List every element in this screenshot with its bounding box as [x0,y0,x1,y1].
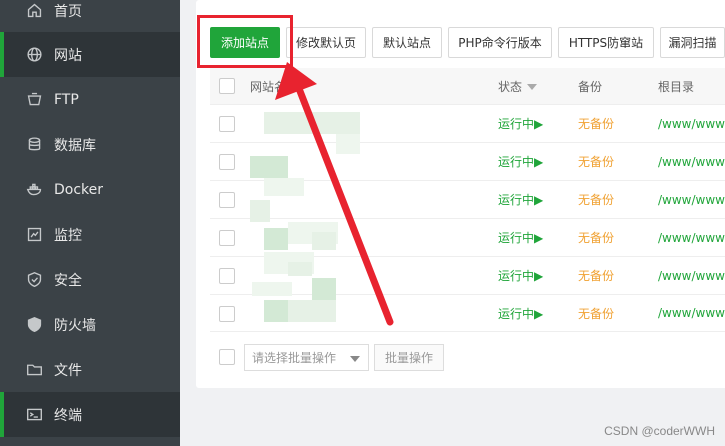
backup-link[interactable]: 无备份 [578,143,614,180]
home-icon [25,2,43,20]
status-badge[interactable]: 运行中▶ [498,181,543,218]
vuln-scan-button[interactable]: 漏洞扫描 [660,27,725,58]
sidebar-item-label: 安全 [54,272,82,289]
https-anti-hijack-button[interactable]: HTTPS防窜站 [558,27,654,58]
sidebar-item-ftp[interactable]: FTP [0,77,180,122]
sidebar-item-label: 防火墙 [54,317,96,334]
edit-default-page-button[interactable]: 修改默认页 [286,27,366,58]
row-checkbox[interactable] [219,154,235,170]
sidebar-item-label: 网站 [54,47,82,64]
row-checkbox[interactable] [219,268,235,284]
sidebar-item-security[interactable]: 安全 [0,257,180,302]
sidebar-item-files[interactable]: 文件 [0,347,180,392]
folder-icon [25,361,43,379]
root-path-link[interactable]: /www/wwwr [658,105,725,142]
sidebar-item-label: 首页 [54,3,82,20]
watermark: CSDN @coderWWH [604,424,715,438]
chevron-down-icon [350,356,360,362]
firewall-shield-icon [25,316,43,334]
status-badge[interactable]: 运行中▶ [498,219,543,256]
status-badge[interactable]: 运行中▶ [498,143,543,180]
backup-link[interactable]: 无备份 [578,219,614,256]
row-checkbox[interactable] [219,230,235,246]
highlight-box [197,15,293,68]
sidebar-item-label: FTP [54,91,79,108]
batch-operation-button[interactable]: 批量操作 [374,344,444,371]
sidebar-item-database[interactable]: 数据库 [0,122,180,167]
shield-check-icon [25,271,43,289]
batch-operation-select[interactable]: 请选择批量操作 [244,344,369,371]
row-checkbox[interactable] [219,192,235,208]
php-cli-version-button[interactable]: PHP命令行版本 [448,27,552,58]
globe-icon [25,46,43,64]
header-backup: 备份 [578,79,603,94]
backup-link[interactable]: 无备份 [578,295,614,331]
status-badge[interactable]: 运行中▶ [498,295,543,331]
sidebar-item-docker[interactable]: Docker [0,167,180,212]
sidebar-item-home[interactable]: 首页 [0,0,180,33]
sidebar-item-label: 终端 [54,407,82,424]
monitor-icon [25,226,43,244]
row-checkbox[interactable] [219,116,235,132]
sidebar-item-label: 监控 [54,227,82,244]
default-site-button[interactable]: 默认站点 [372,27,442,58]
row-checkbox[interactable] [219,306,235,322]
select-all-checkbox[interactable] [219,78,235,94]
backup-link[interactable]: 无备份 [578,257,614,294]
sidebar-item-firewall[interactable]: 防火墙 [0,302,180,347]
backup-link[interactable]: 无备份 [578,105,614,142]
sidebar-item-label: Docker [54,181,104,198]
sidebar-item-website[interactable]: 网站 [0,32,180,77]
root-path-link[interactable]: /www/wwwr [658,181,725,218]
root-path-link[interactable]: /www/wwwr [658,295,725,331]
root-path-link[interactable]: /www/wwwr [658,219,725,256]
sidebar: 首页 网站 FTP 数据库 Docker 监控 安全 防火墙 文件 终端 [0,0,180,446]
sidebar-item-monitor[interactable]: 监控 [0,212,180,257]
backup-link[interactable]: 无备份 [578,181,614,218]
header-root: 根目录 [658,79,695,94]
header-status[interactable]: 状态 [498,68,538,104]
sidebar-item-label: 数据库 [54,137,96,154]
table-header: 网站名 状态 备份 根目录 [210,68,725,104]
batch-select-placeholder: 请选择批量操作 [252,351,337,365]
header-site-name[interactable]: 网站名 [250,68,286,104]
sidebar-item-label: 文件 [54,362,82,379]
root-path-link[interactable]: /www/wwwr [658,143,725,180]
docker-icon [25,181,43,199]
status-badge[interactable]: 运行中▶ [498,257,543,294]
status-badge[interactable]: 运行中▶ [498,105,543,142]
sort-arrow-icon [527,84,538,90]
root-path-link[interactable]: /www/wwwr [658,257,725,294]
terminal-icon [25,406,43,424]
ftp-icon [25,91,43,109]
database-icon [25,136,43,154]
sidebar-item-terminal[interactable]: 终端 [0,392,180,437]
footer-select-all-checkbox[interactable] [219,349,235,365]
header-status-label: 状态 [498,79,523,94]
